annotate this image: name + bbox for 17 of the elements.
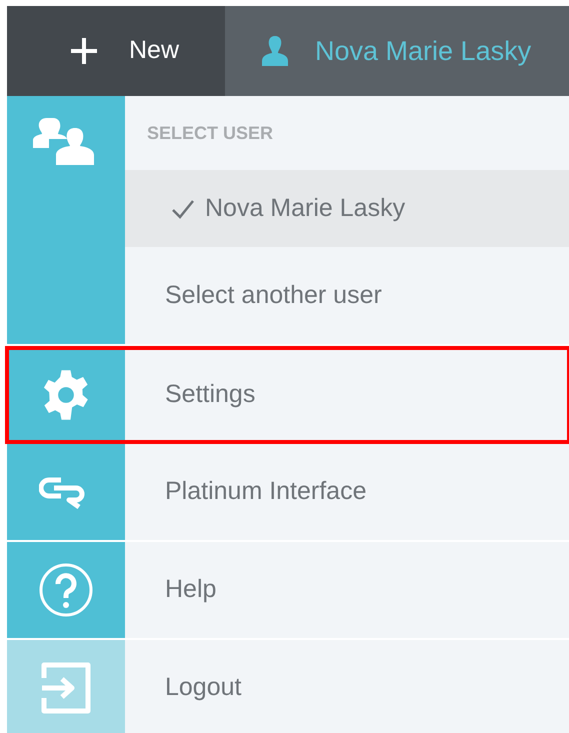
plus-icon (69, 36, 99, 66)
menu-label: Platinum Interface (165, 476, 366, 508)
user-option[interactable]: Select another user (125, 247, 569, 344)
section-header: SELECT USER (147, 122, 274, 144)
menu-item[interactable]: Settings (7, 348, 569, 442)
check-icon (171, 198, 195, 218)
menu-label: Settings (165, 379, 256, 410)
menu-label: Help (165, 574, 216, 606)
menu-item[interactable]: Platinum Interface (7, 444, 569, 540)
user-icon (259, 35, 291, 67)
menu-item[interactable]: Help (7, 542, 569, 638)
menu-label: Logout (165, 672, 242, 704)
help-icon (38, 562, 94, 618)
menu-item[interactable]: Logout (7, 640, 569, 733)
user-button[interactable]: Nova Marie Lasky (225, 6, 569, 96)
new-button[interactable]: New (7, 6, 225, 96)
user-option[interactable]: Nova Marie Lasky (125, 170, 569, 247)
